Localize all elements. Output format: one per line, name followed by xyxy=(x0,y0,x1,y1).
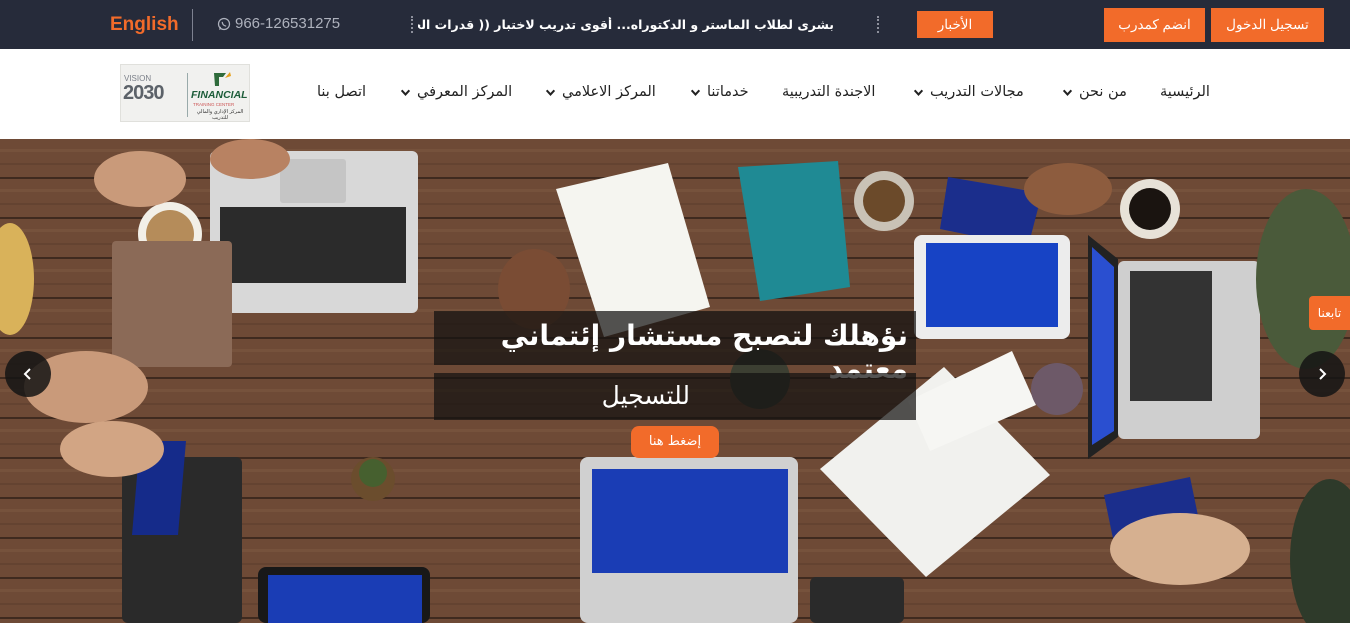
chevron-left-icon xyxy=(23,368,31,380)
nav-about-label: من نحن xyxy=(1079,84,1127,100)
nav-training-fields[interactable]: مجالات التدريب xyxy=(913,84,1024,100)
chevron-down-icon xyxy=(913,89,924,96)
top-bar: English 966-126531275 بشرى لطلاب الماستر… xyxy=(0,0,1350,49)
follow-us-tab[interactable]: تابعنا xyxy=(1309,296,1350,330)
nav-training-agenda[interactable]: الاجندة التدريبية xyxy=(782,84,875,100)
join-trainer-button[interactable]: انضم كمدرب xyxy=(1104,8,1205,42)
chevron-down-icon xyxy=(545,89,556,96)
nav-media-center[interactable]: المركز الاعلامي xyxy=(545,84,656,100)
language-switch[interactable]: English xyxy=(110,14,179,36)
site-logo[interactable]: VISION 2030 FINANCIAL TRAINING CENTER ال… xyxy=(120,64,250,122)
news-button[interactable]: الأخبار xyxy=(917,11,993,38)
chevron-right-icon xyxy=(1319,368,1327,380)
logo-mark-icon xyxy=(214,72,231,86)
nav-contact-label: اتصل بنا xyxy=(317,84,367,100)
chevron-down-icon xyxy=(690,89,701,96)
nav-about[interactable]: من نحن xyxy=(1062,84,1127,100)
nav-agenda-label: الاجندة التدريبية xyxy=(782,84,876,100)
phone-number: 966-126531275 xyxy=(235,15,341,32)
whatsapp-icon xyxy=(217,17,231,30)
nav-home-label: الرئيسية xyxy=(1160,84,1210,100)
click-here-button[interactable]: إضغط هنا xyxy=(631,426,719,458)
nav-home[interactable]: الرئيسية xyxy=(1160,84,1210,100)
phone-contact[interactable]: 966-126531275 xyxy=(217,15,340,32)
ticker-divider-left xyxy=(411,16,413,33)
nav-services[interactable]: خدماتنا xyxy=(690,84,749,100)
nav-contact[interactable]: اتصل بنا xyxy=(317,84,366,100)
logo-brand-text: FINANCIAL xyxy=(191,89,248,101)
nav-services-label: خدماتنا xyxy=(707,84,749,100)
ticker-divider-right xyxy=(877,16,879,33)
logo-brand-sub: TRAINING CENTER xyxy=(193,102,235,107)
chevron-down-icon xyxy=(400,89,411,96)
news-ticker[interactable]: بشرى لطلاب الماستر و الدكتوراه... أقوى ت… xyxy=(418,17,834,32)
main-nav: VISION 2030 FINANCIAL TRAINING CENTER ال… xyxy=(0,49,1350,139)
divider xyxy=(192,9,193,41)
nav-knowledge-center[interactable]: المركز المعرفي xyxy=(400,84,512,100)
nav-training-fields-label: مجالات التدريب xyxy=(930,84,1024,100)
logo-brand-arabic: المركز الإداري والمالي للتدريب xyxy=(196,109,244,121)
slider-prev-button[interactable] xyxy=(5,351,51,397)
logo-divider xyxy=(187,73,188,117)
hero-subline: للتسجيل xyxy=(601,381,690,410)
chevron-down-icon xyxy=(1062,89,1073,96)
hero-slider: نؤهلك لتصبح مستشار إئتماني معتمد للتسجيل… xyxy=(0,139,1350,623)
login-button[interactable]: تسجيل الدخول xyxy=(1211,8,1324,42)
slider-next-button[interactable] xyxy=(1299,351,1345,397)
nav-media-label: المركز الاعلامي xyxy=(562,84,656,100)
logo-year-text: 2030 xyxy=(123,82,164,104)
nav-knowledge-label: المركز المعرفي xyxy=(417,84,513,100)
